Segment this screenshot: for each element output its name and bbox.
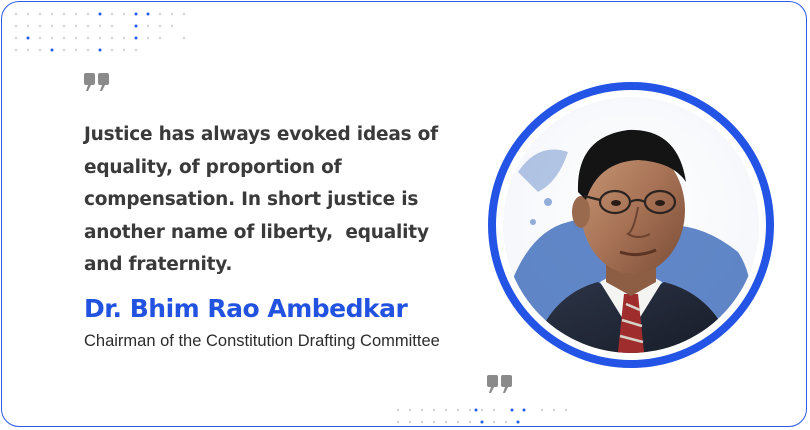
quote-close-icon xyxy=(487,375,512,393)
quote-card: Justice has always evoked ideas of equal… xyxy=(1,1,807,427)
quote-line: another name of liberty, equality xyxy=(84,221,429,243)
quote-line: equality, of proportion of xyxy=(84,156,342,178)
quote-text: Justice has always evoked ideas of equal… xyxy=(84,119,484,282)
quote-line: Justice has always evoked ideas of xyxy=(84,124,439,145)
author-role: Chairman of the Constitution Drafting Co… xyxy=(84,332,440,350)
dot-pattern-bottom xyxy=(396,408,568,424)
portrait-image xyxy=(488,82,774,368)
author-name: Dr. Bhim Rao Ambedkar xyxy=(84,294,408,323)
dot-pattern-top xyxy=(14,12,186,52)
quote-line: and fraternity. xyxy=(84,254,233,275)
quote-open-icon xyxy=(84,73,109,91)
quote-line: compensation. In short justice is xyxy=(84,189,419,210)
